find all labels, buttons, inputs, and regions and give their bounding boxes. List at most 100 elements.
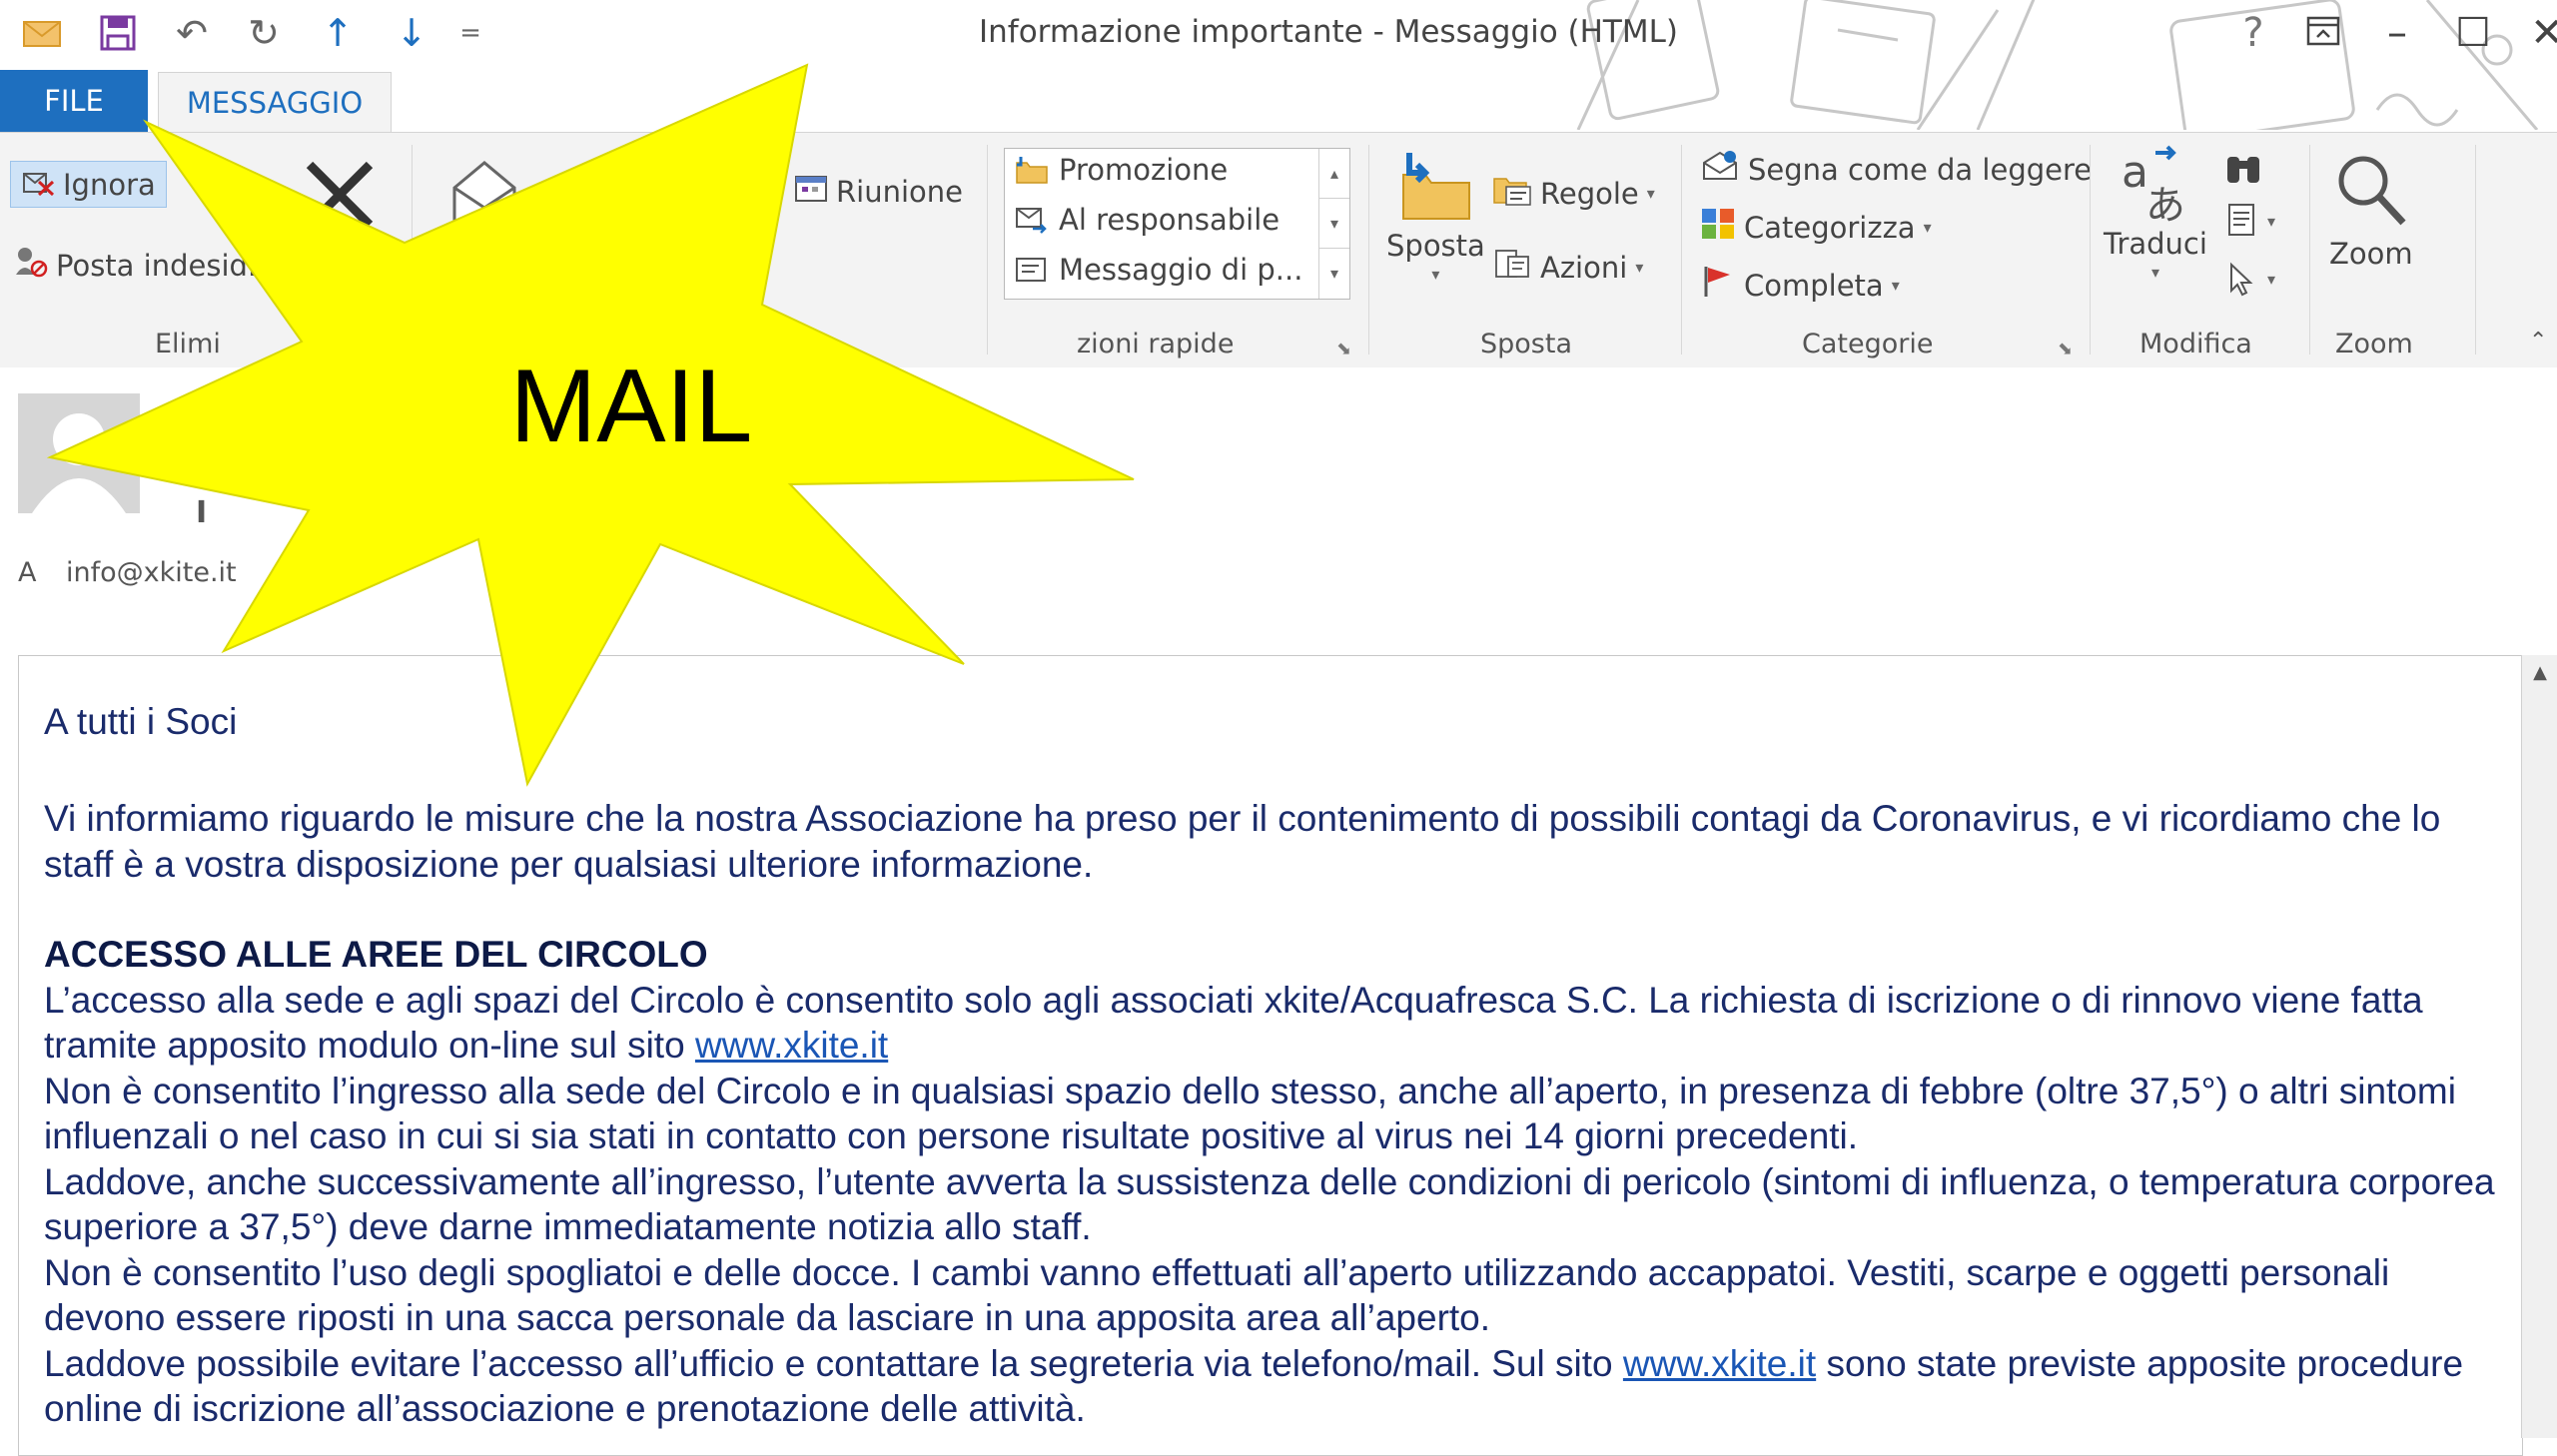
svg-text:あ: あ (2145, 183, 2185, 225)
actions-button[interactable]: Azioni ▾ (1492, 247, 1643, 288)
quick-steps-scroll[interactable]: ▴ ▾ ▾ (1318, 149, 1349, 299)
zoom-label: Zoom (2329, 237, 2413, 271)
vertical-scrollbar[interactable]: ▲ (2521, 655, 2557, 1438)
move-button[interactable]: Sposta ▾ (1386, 147, 1485, 284)
redo-icon[interactable]: ↻ (236, 8, 292, 58)
translate-button[interactable]: a あ Traduci ▾ (2104, 145, 2207, 282)
paragraph-access-text: L’accesso alla sede e agli spazi del Cir… (44, 979, 2423, 1067)
scroll-down-icon[interactable]: ▾ (1319, 199, 1349, 249)
paragraph-office: Laddove possibile evitare l’accesso all’… (44, 1341, 2511, 1432)
related-icon (2228, 204, 2254, 236)
select-dropdown-icon: ▾ (2267, 269, 2276, 289)
rules-button[interactable]: Regole ▾ (1492, 173, 1655, 214)
group-divider (2090, 145, 2091, 355)
minimize-button[interactable]: – (2367, 10, 2427, 56)
quick-step-label: Al responsabile (1059, 203, 1280, 237)
meeting-icon (794, 173, 828, 210)
more-icon[interactable]: ▾ (1319, 249, 1349, 298)
follow-up-dropdown-icon: ▾ (1891, 276, 1900, 295)
rules-icon (1492, 173, 1532, 214)
categorize-icon (1700, 207, 1736, 248)
close-button[interactable]: ✕ (2517, 10, 2557, 56)
zoom-button[interactable]: Zoom (2329, 151, 2413, 271)
meeting-button[interactable]: Riunione (794, 173, 963, 210)
reply-all-icon (577, 161, 647, 225)
website-link[interactable]: www.xkite.it (695, 1025, 888, 1066)
tab-file[interactable]: FILE (0, 70, 148, 132)
undo-icon[interactable]: ↶ (164, 8, 220, 58)
scroll-up-icon[interactable]: ▴ (1319, 149, 1349, 199)
ribbon-display-icon (2306, 16, 2340, 46)
edit-group-label: Modifica (2139, 329, 2252, 360)
customize-qat-icon[interactable]: = (445, 8, 495, 58)
mark-unread-label: Segna come da leggere (1748, 152, 2093, 187)
ignore-label: Ignora (63, 167, 156, 202)
paragraph-access: L’accesso alla sede e agli spazi del Cir… (44, 978, 2511, 1069)
avatar (18, 393, 140, 513)
junk-button[interactable]: Posta indesid. ▾ (14, 245, 273, 286)
to-label: A (18, 557, 37, 588)
magnifier-icon (2338, 156, 2406, 226)
paragraph-notify-staff: Laddove, anche successivamente all’ingre… (44, 1160, 2495, 1248)
categorize-label: Categorizza (1744, 210, 1916, 245)
message-body: A tutti i Soci (44, 699, 2511, 745)
save-icon[interactable] (90, 8, 146, 58)
translate-label: Traduci (2104, 227, 2207, 261)
rules-label: Regole (1540, 176, 1639, 211)
delete-button[interactable] (300, 155, 380, 235)
quick-step-messaggio[interactable]: Messaggio di p... (1015, 253, 1302, 287)
move-group-label: Sposta (1480, 329, 1572, 360)
sender-name-partial: xkite < (196, 441, 319, 481)
quick-steps-gallery: Promozione Al responsabile Messaggio di … (1004, 148, 1350, 300)
move-folder-icon (1402, 153, 1471, 220)
ribbon-display-options-button[interactable] (2293, 10, 2353, 56)
quick-steps-group-label: zioni rapide (1077, 329, 1235, 360)
tab-messaggio[interactable]: MESSAGGIO (158, 72, 392, 133)
dialog-launcher-icon[interactable]: ⬊ (1336, 339, 1351, 360)
reply-button-icon-area[interactable] (444, 153, 524, 233)
group-divider (412, 145, 413, 355)
previous-item-icon[interactable]: ↑ (310, 8, 366, 58)
folder-arrow-icon (1016, 157, 1048, 184)
intro-paragraph: Vi informiamo riguardo le misure che la … (44, 798, 2441, 885)
sender-date-partial: do (196, 389, 234, 424)
junk-icon (14, 245, 48, 286)
to-address[interactable]: info@xkite.it (66, 557, 237, 588)
junk-label: Posta indesid. (56, 248, 258, 283)
find-button[interactable] (2223, 151, 2263, 187)
quick-step-label: Messaggio di p... (1059, 253, 1303, 287)
paragraph-office-text: Laddove possibile evitare l’accesso all’… (44, 1342, 1623, 1384)
quick-step-al-responsabile[interactable]: Al responsabile (1015, 203, 1279, 237)
scroll-up-arrow-icon[interactable]: ▲ (2522, 655, 2557, 689)
reply-icon (452, 161, 516, 225)
junk-dropdown-icon[interactable]: ▾ (265, 256, 273, 275)
ignore-button[interactable]: Ignora (10, 161, 167, 208)
follow-up-button[interactable]: Completa ▾ (1700, 265, 1900, 306)
related-button[interactable]: ▾ (2223, 203, 2275, 239)
select-button[interactable]: ▾ (2223, 261, 2275, 297)
forward-mail-icon (1016, 208, 1047, 234)
actions-dropdown-icon: ▾ (1635, 258, 1644, 277)
maximize-button[interactable]: ☐ (2443, 10, 2503, 56)
help-button[interactable]: ? (2223, 10, 2283, 56)
mark-unread-button[interactable]: Segna come da leggere (1700, 149, 2092, 190)
group-divider (1368, 145, 1369, 355)
dialog-launcher-icon[interactable]: ⬊ (2058, 339, 2073, 360)
quick-step-promozione[interactable]: Promozione (1015, 153, 1228, 187)
flag-icon (1700, 265, 1736, 306)
reply-all-button[interactable] (569, 153, 649, 233)
cursor-icon (2230, 262, 2253, 297)
website-link[interactable]: www.xkite.it (1623, 1343, 1816, 1384)
delete-group-label: Elimi (155, 329, 221, 360)
message-header: do xkite < I A info@xkite.it (0, 367, 2557, 629)
next-item-icon[interactable]: ↓ (384, 8, 439, 58)
collapse-ribbon-icon[interactable]: ⌃ (2529, 329, 2547, 354)
categorize-dropdown-icon: ▾ (1923, 218, 1932, 237)
group-divider (1681, 145, 1682, 355)
subject-partial: I (196, 495, 208, 530)
quick-step-label: Promozione (1059, 153, 1229, 187)
rules-dropdown-icon: ▾ (1646, 184, 1655, 203)
group-divider (2309, 145, 2310, 355)
categorize-button[interactable]: Categorizza ▾ (1700, 207, 1932, 248)
reply-label[interactable]: Risp (427, 241, 489, 275)
